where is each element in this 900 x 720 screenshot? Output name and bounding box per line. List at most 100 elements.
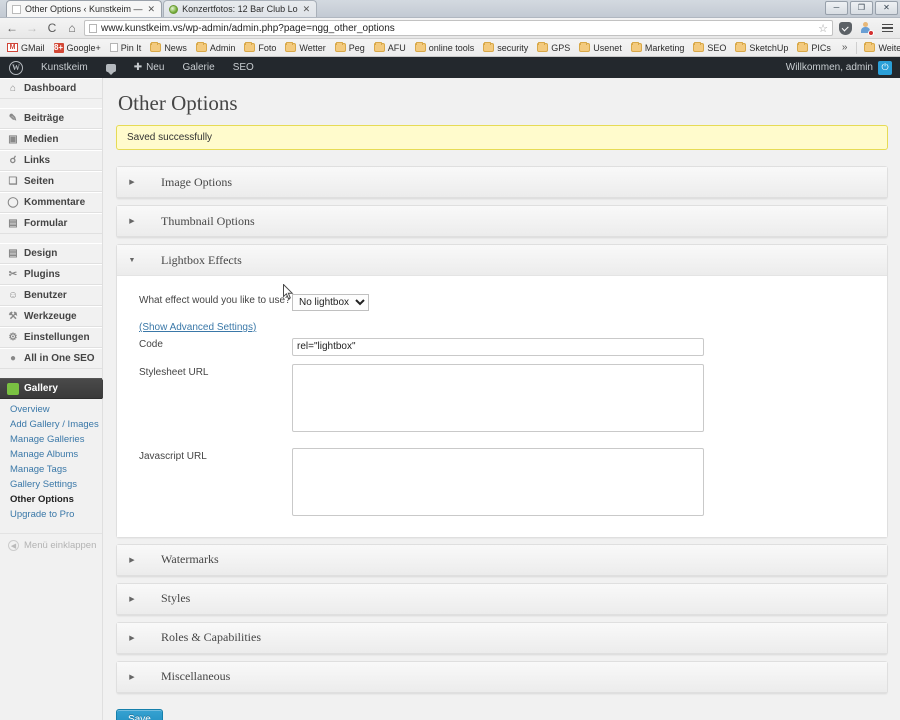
bookmark-peg[interactable]: Peg: [331, 42, 369, 54]
links-icon: ☌: [9, 155, 17, 166]
sidebar-item-plugins[interactable]: ✂ Plugins: [0, 264, 102, 285]
save-button[interactable]: Save: [116, 708, 163, 720]
bookmark-star-icon[interactable]: ☆: [818, 22, 828, 35]
site-name-menu[interactable]: Kunstkeim: [32, 57, 97, 78]
back-icon[interactable]: ←: [4, 20, 20, 36]
folder-icon: [797, 42, 809, 52]
sidebar-item-kommentare[interactable]: ◯ Kommentare: [0, 192, 102, 213]
code-input[interactable]: [292, 337, 704, 356]
admin-sidebar: ⌂ Dashboard ✎ Beiträge ▣ Medien ☌ Links …: [0, 78, 110, 720]
pocket-shield-icon[interactable]: [837, 20, 854, 37]
folder-icon: [285, 42, 297, 52]
sidebar-item-formular[interactable]: ▤ Formular: [0, 213, 102, 234]
bookmark-marketing[interactable]: Marketing: [627, 42, 689, 54]
bookmark-label: security: [497, 42, 529, 53]
folder-icon: [693, 42, 705, 52]
bookmark-afu[interactable]: AFU: [370, 42, 410, 54]
collapse-menu-button[interactable]: ◀ Menü einklappen: [0, 533, 102, 557]
sidebar-item-benutzer[interactable]: ☺ Benutzer: [0, 285, 102, 306]
submenu-item-overview[interactable]: Overview: [10, 402, 102, 417]
javascript-url-textarea[interactable]: [292, 447, 704, 516]
menu-hamburger-icon[interactable]: [879, 20, 896, 37]
menu-separator: [0, 234, 102, 243]
browser-tab-2[interactable]: Konzertfotos: 12 Bar Club Lo ✕: [163, 0, 318, 17]
submenu-item-gallery-settings[interactable]: Gallery Settings: [10, 477, 102, 492]
address-bar[interactable]: www.kunstkeim.vs/wp-admin/admin.php?page…: [84, 20, 833, 36]
sidebar-item-einstellungen[interactable]: ⚙ Einstellungen: [0, 327, 102, 348]
account-menu[interactable]: Willkommen, admin ⏻: [786, 60, 900, 75]
bookmark-label: online tools: [428, 42, 475, 53]
sidebar-item-gallery[interactable]: Gallery: [0, 378, 110, 399]
browser-tab-1[interactable]: Other Options ‹ Kunstkeim — ✕: [6, 0, 163, 17]
sidebar-item-beitraege[interactable]: ✎ Beiträge: [0, 108, 102, 129]
sidebar-item-werkzeuge[interactable]: ⚒ Werkzeuge: [0, 306, 102, 327]
bookmark-admin[interactable]: Admin: [192, 42, 240, 54]
new-content-menu[interactable]: ✚ Neu: [125, 57, 174, 78]
close-icon[interactable]: ✕: [148, 4, 156, 15]
bookmark-wetter[interactable]: Wetter: [281, 42, 329, 54]
folder-icon: [334, 42, 346, 52]
row-javascript-url: Javascript URL: [117, 447, 887, 521]
bookmark-gmail[interactable]: M GMail: [3, 42, 49, 54]
panel-thumbnail-options-header[interactable]: ▶ Thumbnail Options: [117, 206, 887, 237]
reload-icon[interactable]: C: [44, 20, 60, 36]
stylesheet-url-textarea[interactable]: [292, 363, 704, 432]
bookmark-sketchup[interactable]: SketchUp: [731, 42, 792, 54]
wp-logo-menu[interactable]: W: [0, 57, 32, 78]
chevron-right-icon: ▶: [129, 218, 135, 225]
show-advanced-settings-link[interactable]: (Show Advanced Settings): [117, 319, 292, 333]
sidebar-item-design[interactable]: ▤ Design: [0, 243, 102, 264]
sidebar-item-links[interactable]: ☌ Links: [0, 150, 102, 171]
submenu-item-manage-galleries[interactable]: Manage Galleries: [10, 432, 102, 447]
bookmark-gps[interactable]: GPS: [533, 42, 574, 54]
submenu-item-manage-albums[interactable]: Manage Albums: [10, 447, 102, 462]
submenu-item-upgrade-to-pro[interactable]: Upgrade to Pro: [10, 507, 102, 522]
bookmark-news[interactable]: News: [146, 42, 191, 54]
bookmarks-overflow-icon[interactable]: »: [836, 42, 854, 53]
collapse-label: Menü einklappen: [24, 540, 97, 551]
sidebar-item-seiten[interactable]: ❏ Seiten: [0, 171, 102, 192]
bookmark-seo[interactable]: SEO: [689, 42, 730, 54]
menu-separator: [0, 99, 102, 108]
submenu-item-manage-tags[interactable]: Manage Tags: [10, 462, 102, 477]
sidebar-item-label: Dashboard: [24, 83, 77, 94]
panel-styles-header[interactable]: ▶ Styles: [117, 583, 887, 615]
folder-icon: [244, 42, 256, 52]
panel-image-options-header[interactable]: ▶ Image Options: [117, 167, 887, 198]
user-profile-icon[interactable]: [858, 20, 875, 37]
comments-menu[interactable]: [97, 57, 125, 78]
seo-menu[interactable]: SEO: [224, 57, 263, 78]
bookmark-googleplus[interactable]: 8+ Google+: [50, 42, 105, 54]
bookmark-usenet[interactable]: Usenet: [575, 42, 626, 54]
panel-watermarks-header[interactable]: ▶ Watermarks: [117, 544, 887, 576]
collapse-arrow-icon: ◀: [8, 540, 19, 551]
minimize-button[interactable]: ─: [825, 1, 848, 15]
sidebar-item-all-in-one-seo[interactable]: ● All in One SEO: [0, 348, 102, 369]
sidebar-item-dashboard[interactable]: ⌂ Dashboard: [0, 78, 102, 99]
close-window-button[interactable]: ✕: [875, 1, 898, 15]
bookmark-online-tools[interactable]: online tools: [411, 42, 479, 54]
panel-title: Thumbnail Options: [161, 213, 255, 228]
forward-icon[interactable]: →: [24, 20, 40, 36]
folder-icon: [150, 42, 162, 52]
browser-toolbar: ← → C ⌂ www.kunstkeim.vs/wp-admin/admin.…: [0, 18, 900, 39]
lightbox-effect-select[interactable]: No lightbox: [292, 294, 369, 311]
panel-roles-capabilities-header[interactable]: ▶ Roles & Capabilities: [117, 622, 887, 654]
panel-thumbnail-options: ▶ Thumbnail Options: [116, 205, 888, 238]
panel-miscellaneous-header[interactable]: ▶ Miscellaneous: [117, 661, 887, 693]
sidebar-item-medien[interactable]: ▣ Medien: [0, 129, 102, 150]
close-icon[interactable]: ✕: [303, 4, 311, 15]
bookmark-pics[interactable]: PICs: [793, 42, 835, 54]
submenu-item-other-options[interactable]: Other Options: [10, 492, 102, 507]
panel-lightbox-effects-header[interactable]: ▼ Lightbox Effects: [117, 245, 887, 276]
bookmark-other[interactable]: Weitere Lesezeichen: [860, 42, 900, 54]
bookmark-pinit[interactable]: Pin It: [106, 42, 146, 54]
submenu-item-add-gallery-images[interactable]: Add Gallery / Images: [10, 417, 102, 432]
site-name-label: Kunstkeim: [41, 62, 88, 73]
home-icon[interactable]: ⌂: [64, 20, 80, 36]
maximize-button[interactable]: ❐: [850, 1, 873, 15]
bookmark-foto[interactable]: Foto: [240, 42, 280, 54]
galerie-menu[interactable]: Galerie: [173, 57, 223, 78]
browser-tab-2-title: Konzertfotos: 12 Bar Club Lo: [182, 4, 298, 14]
bookmark-security[interactable]: security: [479, 42, 532, 54]
